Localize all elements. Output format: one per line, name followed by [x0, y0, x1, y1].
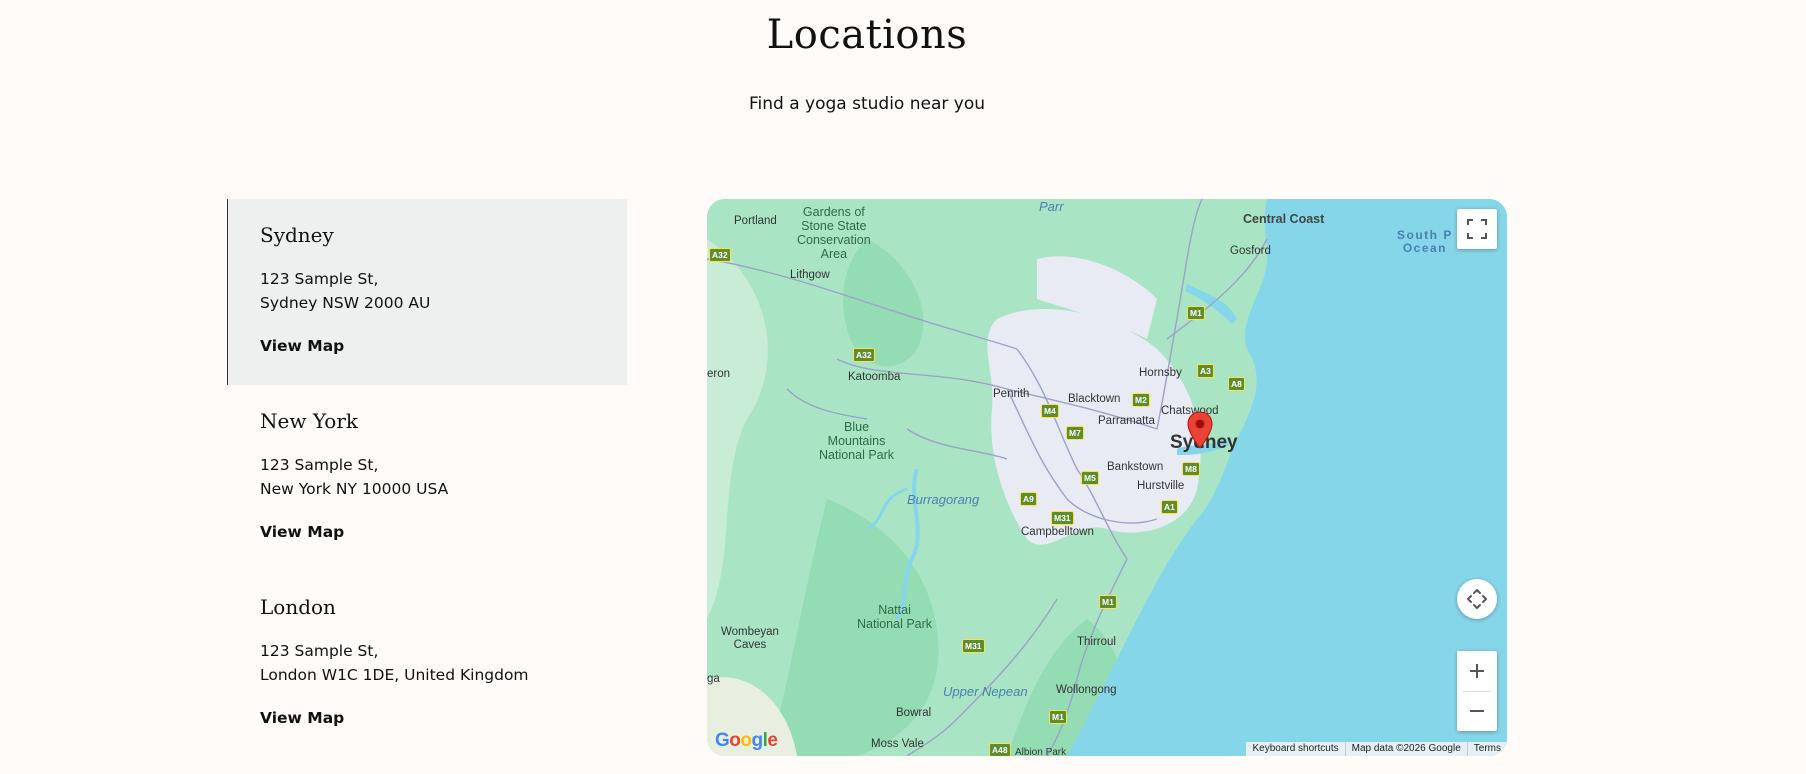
place-label: Lithgow	[790, 269, 830, 281]
location-list: Sydney 123 Sample St, Sydney NSW 2000 AU…	[227, 199, 627, 757]
plus-icon	[1470, 664, 1484, 678]
address-line-2: London W1C 1DE, United Kingdom	[260, 666, 529, 684]
place-label: Penrith	[993, 388, 1030, 400]
place-label: Campbelltown	[1021, 526, 1094, 538]
road-shield: A8	[1228, 377, 1245, 391]
address-line-2: Sydney NSW 2000 AU	[260, 294, 431, 312]
minus-icon	[1470, 710, 1484, 712]
place-label: Portland	[734, 215, 777, 227]
road-shield: M31	[962, 639, 985, 653]
map-attribution: Keyboard shortcuts Map data ©2026 Google…	[1246, 742, 1507, 756]
map-embed[interactable]: Portland Gardens of Stone State Conserva…	[707, 199, 1507, 756]
place-label: Blacktown	[1068, 393, 1121, 405]
road-shield: M1	[1099, 595, 1117, 609]
road-shield: M1	[1187, 306, 1205, 320]
road-shield: A9	[1020, 492, 1037, 506]
page-title: Locations	[766, 12, 968, 58]
road-shield: A1	[1161, 500, 1178, 514]
map-pin-icon[interactable]	[1187, 411, 1213, 449]
location-name: New York	[260, 409, 358, 433]
google-logo[interactable]: Google	[715, 730, 778, 752]
place-label: ga	[707, 673, 720, 685]
road-shield: M2	[1132, 393, 1150, 407]
location-address: 123 Sample St, London W1C 1DE, United Ki…	[260, 639, 627, 687]
road-shield: M7	[1066, 426, 1084, 440]
road-shield: M8	[1182, 462, 1200, 476]
place-label: Parramatta	[1098, 415, 1155, 427]
fullscreen-button[interactable]	[1457, 209, 1497, 249]
camera-control-icon	[1467, 589, 1487, 609]
place-label: Albion Park	[1015, 747, 1067, 756]
place-label: Wollongong	[1056, 684, 1117, 696]
road-shield: A3	[1197, 364, 1214, 378]
road-shield: M4	[1041, 404, 1059, 418]
road-shield: A48	[989, 743, 1011, 756]
road-shield: A32	[709, 248, 731, 262]
place-label: Gardens of Stone State Conservation Area	[797, 205, 871, 261]
view-map-link[interactable]: View Map	[260, 523, 344, 541]
terms-link[interactable]: Terms	[1466, 742, 1507, 756]
place-label: Nattai National Park	[857, 603, 933, 631]
road-shield: M5	[1081, 471, 1099, 485]
place-label: eron	[707, 368, 731, 380]
keyboard-shortcuts-link[interactable]: Keyboard shortcuts	[1246, 742, 1344, 756]
place-label: Bankstown	[1107, 461, 1164, 473]
location-name: London	[260, 595, 336, 619]
road-shield: M31	[1051, 511, 1074, 525]
place-label: South P Ocean	[1397, 228, 1453, 255]
place-label: Central Coast	[1243, 212, 1325, 226]
place-label: Blue Mountains National Park	[819, 420, 895, 462]
place-label: Upper Nepean	[943, 684, 1028, 699]
place-label: Katoomba	[848, 371, 901, 383]
road-shield: M1	[1049, 710, 1067, 724]
location-card-sydney[interactable]: Sydney 123 Sample St, Sydney NSW 2000 AU…	[227, 199, 627, 385]
zoom-control	[1457, 651, 1497, 731]
view-map-link[interactable]: View Map	[260, 709, 344, 727]
address-line-1: 123 Sample St,	[260, 456, 379, 474]
road-shield: A32	[853, 348, 875, 362]
place-label: Hornsby	[1139, 367, 1182, 379]
location-name: Sydney	[260, 223, 334, 247]
zoom-out-button[interactable]	[1457, 691, 1497, 731]
place-label: Parr	[1039, 199, 1064, 214]
place-label: Hurstville	[1137, 480, 1185, 492]
view-map-link[interactable]: View Map	[260, 337, 344, 355]
place-label: Wombeyan Caves	[721, 626, 779, 651]
fullscreen-icon	[1467, 219, 1487, 239]
location-card-london[interactable]: London 123 Sample St, London W1C 1DE, Un…	[227, 571, 627, 757]
address-line-1: 123 Sample St,	[260, 642, 379, 660]
map-terrain	[707, 199, 1507, 756]
location-address: 123 Sample St, Sydney NSW 2000 AU	[260, 267, 627, 315]
address-line-2: New York NY 10000 USA	[260, 480, 449, 498]
place-label: Gosford	[1230, 245, 1271, 257]
place-label: Burragorang	[907, 492, 980, 507]
place-label: Bowral	[896, 707, 932, 719]
location-card-new-york[interactable]: New York 123 Sample St, New York NY 1000…	[227, 385, 627, 571]
page-subtitle: Find a yoga studio near you	[748, 94, 986, 114]
zoom-in-button[interactable]	[1457, 651, 1497, 691]
camera-control-button[interactable]	[1457, 579, 1497, 619]
address-line-1: 123 Sample St,	[260, 270, 379, 288]
map-data-credit: Map data ©2026 Google	[1344, 742, 1467, 756]
location-address: 123 Sample St, New York NY 10000 USA	[260, 453, 627, 501]
place-label: Moss Vale	[871, 738, 924, 750]
place-label: Thirroul	[1077, 636, 1116, 648]
